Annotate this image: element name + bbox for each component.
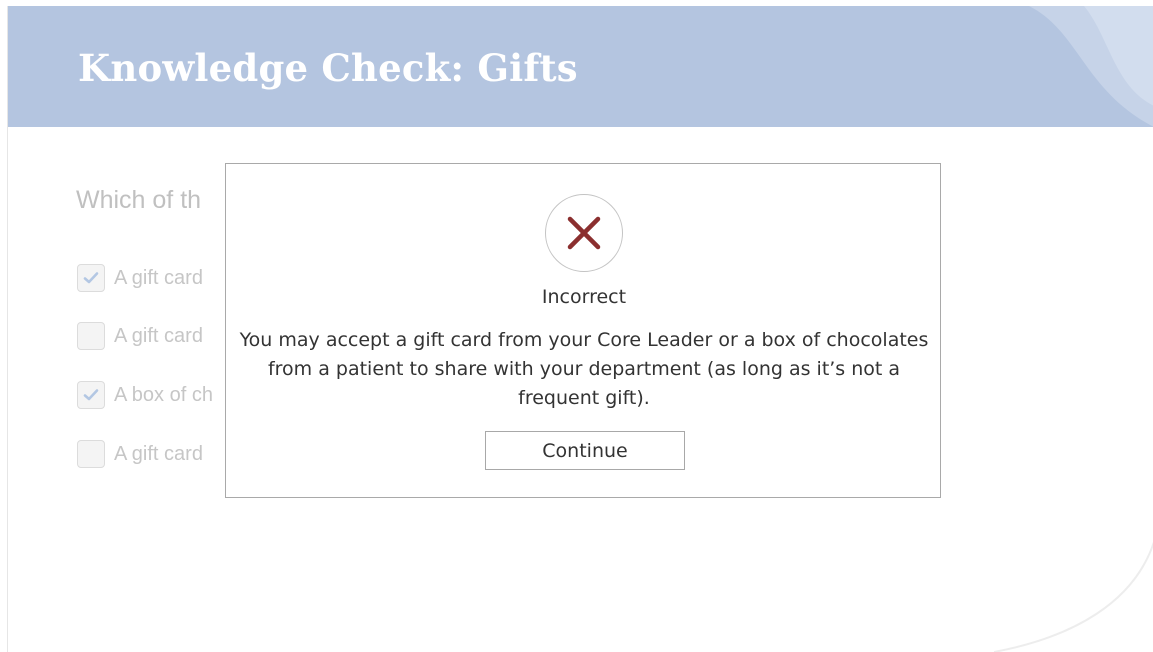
header-banner: Knowledge Check: Gifts <box>8 6 1153 127</box>
page-title: Knowledge Check: Gifts <box>78 46 578 90</box>
option-3[interactable]: A box of ch <box>77 378 213 412</box>
option-2-checkbox[interactable] <box>77 322 105 350</box>
feedback-message: You may accept a gift card from your Cor… <box>239 329 929 409</box>
option-label: A box of ch <box>114 383 213 406</box>
incorrect-badge <box>545 194 623 272</box>
option-4-checkbox[interactable] <box>77 440 105 468</box>
feedback-dialog: Incorrect You may accept a gift card fro… <box>225 163 941 498</box>
check-icon <box>83 272 99 284</box>
option-3-checkbox[interactable] <box>77 381 105 409</box>
option-label: A gift card <box>114 442 203 465</box>
continue-button[interactable]: Continue <box>485 431 685 470</box>
question-text: Which of th <box>76 186 202 214</box>
option-4[interactable]: A gift card <box>77 437 203 471</box>
check-icon <box>83 389 99 401</box>
option-2[interactable]: A gift card <box>77 319 203 353</box>
corner-decoration <box>994 542 1153 652</box>
option-1-checkbox[interactable] <box>77 264 105 292</box>
option-1[interactable]: A gift card <box>77 261 203 295</box>
option-label: A gift card <box>114 324 203 347</box>
close-icon <box>567 216 601 250</box>
slide: Knowledge Check: Gifts Which of th A gif… <box>7 6 1153 652</box>
option-label: A gift card <box>114 266 203 289</box>
result-label: Incorrect <box>541 286 627 308</box>
header-decoration <box>1029 6 1153 127</box>
